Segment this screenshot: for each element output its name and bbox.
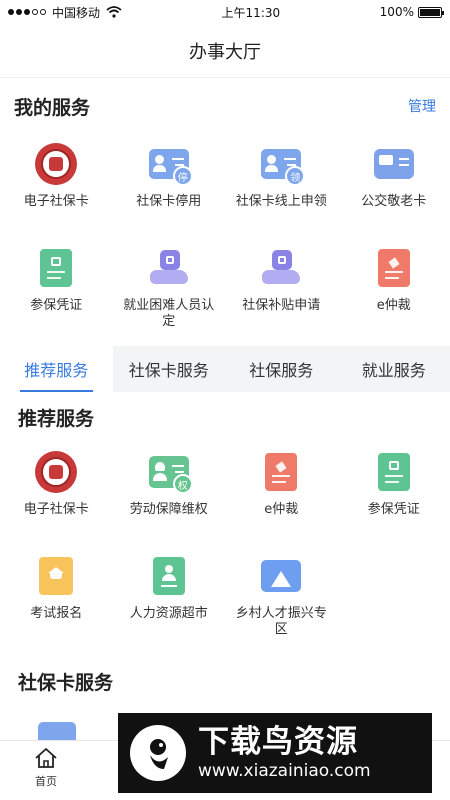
signal-icon: [8, 9, 46, 15]
rec-arbitration[interactable]: e仲裁: [225, 442, 338, 546]
status-time: 上午11:30: [221, 5, 281, 20]
my-service-employment-difficulty[interactable]: 就业困难人员认定: [113, 238, 226, 342]
rec-exam-registration[interactable]: 考试报名: [0, 546, 113, 650]
tile-label: 乡村人才振兴专区: [235, 606, 327, 637]
subsidy-hand-icon: [259, 246, 303, 290]
tile-label: 社保补贴申请: [242, 298, 321, 313]
social-security-seal-icon: [34, 142, 78, 186]
home-icon: [35, 748, 57, 768]
wifi-icon: [106, 6, 122, 18]
watermark-banner: 下载鸟资源 www.xiazainiao.com: [118, 713, 432, 793]
watermark-url: www.xiazainiao.com: [198, 761, 371, 781]
apply-badge: 领: [285, 166, 306, 186]
recommended-title: 推荐服务: [18, 407, 95, 430]
tab-employment[interactable]: 就业服务: [338, 346, 450, 392]
page-title: 办事大厅: [189, 41, 261, 63]
certificate-icon: [34, 246, 78, 290]
tile-label: 参保凭证: [30, 298, 83, 313]
tile-label: 电子社保卡: [23, 194, 89, 209]
hand-coin-icon: [147, 246, 191, 290]
nav-home-label: 首页: [35, 775, 57, 788]
nav-bar: 办事大厅: [0, 24, 450, 78]
tile-label: 就业困难人员认定: [123, 298, 215, 329]
worker-rights-icon: 权: [147, 450, 193, 494]
rec-rural-talent[interactable]: 乡村人才振兴专区: [225, 546, 338, 650]
card-apply-icon: 领: [259, 142, 306, 186]
status-right: 100%: [379, 5, 444, 19]
battery-percent: 100%: [379, 5, 414, 19]
social-security-seal-icon: [34, 450, 78, 494]
my-service-arbitration[interactable]: e仲裁: [338, 238, 450, 342]
tile-label: 考试报名: [30, 606, 83, 621]
card-stop-icon: 停: [147, 142, 193, 186]
tile-label: 参保凭证: [367, 502, 420, 517]
arbitration-doc-icon: [259, 450, 303, 494]
tile-label: e仲裁: [264, 502, 299, 517]
tab-social-insurance[interactable]: 社保服务: [225, 346, 338, 392]
battery-icon: [417, 6, 444, 18]
manage-button[interactable]: 管理: [408, 96, 436, 116]
status-bar: 中国移动 上午11:30 100%: [0, 0, 450, 24]
mountain-icon: [259, 554, 303, 598]
my-service-subsidy[interactable]: 社保补贴申请: [225, 238, 338, 342]
my-service-certificate[interactable]: 参保凭证: [0, 238, 113, 342]
rec-e-social-card[interactable]: 电子社保卡: [0, 442, 113, 546]
status-left: 中国移动: [8, 4, 122, 21]
rights-badge: 权: [172, 474, 193, 494]
recommended-grid: 电子社保卡 权 劳动保障维权 e仲裁 参保凭证 考试报名 人力资源超市 乡村人才…: [0, 442, 450, 650]
tab-recommended[interactable]: 推荐服务: [0, 346, 113, 392]
nav-home[interactable]: 首页: [24, 747, 68, 789]
social-card-section-title: 社保卡服务: [18, 671, 114, 694]
bird-logo-icon: [130, 725, 186, 781]
my-service-e-social-card[interactable]: 电子社保卡: [0, 134, 113, 238]
certificate-icon: [372, 450, 416, 494]
arbitration-doc-icon: [372, 246, 416, 290]
tile-label: 社保卡停用: [136, 194, 202, 209]
rec-labor-rights[interactable]: 权 劳动保障维权: [113, 442, 226, 546]
watermark-title: 下载鸟资源: [198, 724, 358, 760]
my-service-bus-card[interactable]: 公交敬老卡: [338, 134, 450, 238]
tile-label: e仲裁: [376, 298, 411, 313]
service-tabs: 推荐服务 社保卡服务 社保服务 就业服务: [0, 346, 450, 392]
my-services-grid: 电子社保卡 停 社保卡停用 领 社保卡线上申领 公交敬老卡 参保凭证 就业困难人…: [0, 134, 450, 342]
tile-label: 电子社保卡: [23, 502, 89, 517]
my-service-card-stop[interactable]: 停 社保卡停用: [113, 134, 226, 238]
rec-certificate[interactable]: 参保凭证: [338, 442, 450, 546]
stop-badge: 停: [172, 166, 193, 186]
tile-label: 人力资源超市: [129, 606, 208, 621]
exam-cap-icon: [34, 554, 78, 598]
carrier-name: 中国移动: [52, 5, 101, 20]
tile-label: 公交敬老卡: [361, 194, 427, 209]
my-services-title: 我的服务: [14, 96, 91, 119]
rec-hr-market[interactable]: 人力资源超市: [113, 546, 226, 650]
my-service-card-apply[interactable]: 领 社保卡线上申领: [225, 134, 338, 238]
tile-label: 劳动保障维权: [129, 502, 208, 517]
watermark-text: 下载鸟资源 www.xiazainiao.com: [198, 724, 371, 782]
card-icon-partial: [38, 722, 76, 740]
tab-social-card[interactable]: 社保卡服务: [113, 346, 226, 392]
my-services-header: 我的服务 管理: [0, 78, 450, 134]
bus-card-icon: [372, 142, 416, 186]
tile-label: 社保卡线上申领: [235, 194, 327, 209]
hr-market-icon: [147, 554, 191, 598]
